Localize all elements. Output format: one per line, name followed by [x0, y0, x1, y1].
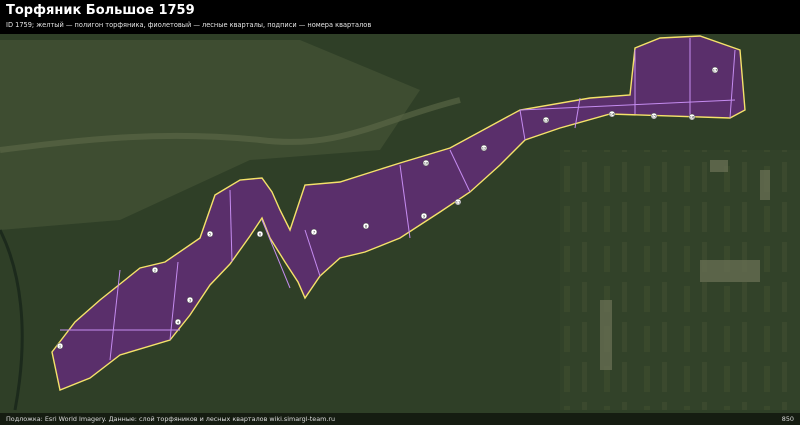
quarter-number: 7 [313, 231, 315, 235]
quarter-number: 5 [209, 233, 211, 237]
quarter-number: 2 [154, 269, 156, 273]
quarter-label[interactable]: 3 [186, 296, 194, 304]
quarter-label[interactable]: 16 [688, 113, 696, 121]
page-title: Торфяник Большое 1759 [6, 3, 195, 18]
quarter-label[interactable]: 6 [256, 230, 264, 238]
quarter-number: 14 [610, 113, 615, 117]
quarter-number: 11 [456, 201, 461, 205]
quarter-label[interactable]: 8 [362, 222, 370, 230]
quarter-label[interactable]: 7 [310, 228, 318, 236]
quarter-number: 12 [482, 147, 487, 151]
quarter-label[interactable]: 14 [608, 110, 616, 118]
quarter-label[interactable]: 9 [420, 212, 428, 220]
quarter-label[interactable]: 1 [56, 342, 64, 350]
map-canvas[interactable]: 12345 6 7891011121314 15 1617 [0, 0, 800, 425]
attribution-text: Подложка: Esri World Imagery. Данные: сл… [6, 415, 336, 423]
quarter-label[interactable]: 10 [422, 159, 430, 167]
quarter-label[interactable]: 13 [542, 116, 550, 124]
title-bar: Торфяник Большое 1759 ID 1759; желтый — … [0, 0, 800, 34]
scale-label: 850 [781, 415, 794, 423]
quarter-number: 17 [713, 69, 718, 73]
quarter-label[interactable]: 17 [711, 66, 719, 74]
quarter-label[interactable]: 4 [174, 318, 182, 326]
quarter-label[interactable]: 11 [454, 198, 462, 206]
quarter-label[interactable]: 5 [206, 230, 214, 238]
quarter-label[interactable]: 2 [151, 266, 159, 274]
footer-bar: Подложка: Esri World Imagery. Данные: сл… [0, 413, 800, 425]
legend-description: ID 1759; желтый — полигон торфяника, фио… [6, 21, 372, 29]
quarter-number: 3 [189, 299, 191, 303]
quarter-number: 16 [690, 116, 695, 120]
quarter-label[interactable]: 12 [480, 144, 488, 152]
quarter-label[interactable]: 15 [650, 112, 658, 120]
quarter-number: 15 [652, 115, 657, 119]
quarter-number: 13 [544, 119, 549, 123]
quarter-number: 1 [59, 345, 61, 349]
quarter-number: 10 [424, 162, 429, 166]
